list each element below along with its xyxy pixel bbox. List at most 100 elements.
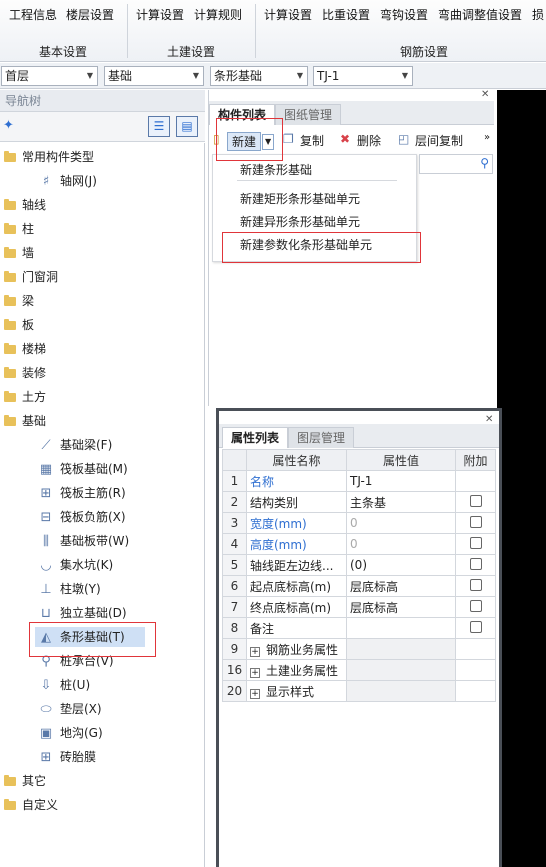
row-number: 5 [222,554,247,576]
copy-button[interactable]: 复制 [300,132,324,149]
property-value[interactable]: 0 [346,533,456,555]
calc-rules-button[interactable]: 计算规则 [194,6,242,23]
extra-checkbox[interactable] [469,494,482,507]
floor-select[interactable]: 首层 ▼ [1,66,98,86]
tree-folder[interactable]: 墙 [4,243,34,263]
density-settings-button[interactable]: 比重设置 [322,6,370,23]
folder-icon [4,343,16,354]
floor-settings-button[interactable]: 楼层设置 [66,6,114,23]
expand-plus-icon[interactable]: + [250,688,260,699]
bend-adjust-button[interactable]: 弯曲调整值设置 [438,6,522,23]
tree-item[interactable]: ⟋ 基础梁(F) [38,435,112,455]
extra-checkbox[interactable] [469,536,482,549]
extra-checkbox[interactable] [469,620,482,633]
extra-checkbox[interactable] [469,557,482,570]
close-icon[interactable]: ✕ [481,89,489,100]
tree-folder[interactable]: 柱 [4,219,34,239]
tree-item[interactable]: ⊟ 筏板负筋(X) [38,507,126,527]
property-row[interactable]: 7 终点底标高(m) 层底标高 [222,596,496,618]
tree-folder[interactable]: 土方 [4,387,46,407]
drawing-canvas[interactable] [497,90,546,867]
property-row[interactable]: 6 起点底标高(m) 层底标高 [222,575,496,597]
grid-view-icon[interactable]: ▤ [176,116,198,137]
tree-folder[interactable]: 其它 [4,771,46,791]
property-row[interactable]: 2 结构类别 主条基 [222,491,496,513]
property-row[interactable]: 5 轴线距左边线... (0) [222,554,496,576]
tree-item[interactable]: ⊞ 砖胎膜 [38,747,96,767]
tab-drawing-management[interactable]: 图纸管理 [275,104,342,125]
property-value[interactable]: 主条基 [346,491,456,513]
property-value[interactable] [346,638,456,660]
property-row[interactable]: 9 + 钢筋业务属性 [222,638,496,660]
tab-property-list[interactable]: 属性列表 [222,427,289,448]
component-select[interactable]: TJ-1 ▼ [313,66,413,86]
property-value[interactable]: 层底标高 [346,596,456,618]
property-row[interactable]: 20 + 显示样式 [222,680,496,702]
extra-checkbox[interactable] [469,599,482,612]
tab-layer-management[interactable]: 图层管理 [288,427,355,448]
tree-item[interactable]: ▣ 地沟(G) [38,723,103,743]
tree-folder[interactable]: 楼梯 [4,339,46,359]
property-panel: ✕ 属性列表 图层管理 属性名称 属性值 附加 1 名称 TJ-1 2 结构类别 主条基 3… [216,408,502,867]
search-icon: ⚲ [480,156,489,170]
tree-folder[interactable]: 门窗洞 [4,267,58,287]
more-icon[interactable]: » [484,132,490,143]
tree-item[interactable]: ♯ 轴网(J) [38,171,97,191]
tree-item[interactable]: ⫼ 基础板带(W) [38,531,129,551]
list-view-icon[interactable]: ☰ [148,116,170,137]
property-row[interactable]: 3 宽度(mm) 0 [222,512,496,534]
property-row[interactable]: 1 名称 TJ-1 [222,470,496,492]
tree-folder[interactable]: 梁 [4,291,34,311]
tree-item[interactable]: ⊥ 柱墩(Y) [38,579,100,599]
tree-item-label: 常用构件类型 [22,150,95,164]
property-value[interactable]: TJ-1 [346,470,456,492]
tree-item[interactable]: ▦ 筏板基础(M) [38,459,128,479]
search-input[interactable]: ⚲ [419,154,493,174]
type-select[interactable]: 条形基础 ▼ [210,66,308,86]
property-name-text: 宽度(mm) [250,516,307,531]
tree-folder[interactable]: 装修 [4,363,46,383]
tree-item[interactable]: ⬭ 垫层(X) [38,699,101,719]
extra-checkbox[interactable] [469,515,482,528]
property-value[interactable]: 层底标高 [346,575,456,597]
menu-new-irregular-unit[interactable]: 新建异形条形基础单元 [240,213,360,230]
type-select-value: 条形基础 [214,69,263,83]
highlight-new-button [216,118,283,161]
menu-new-strip-footing[interactable]: 新建条形基础 [240,161,312,178]
loss-button[interactable]: 损 [532,6,544,23]
property-value[interactable]: 0 [346,512,456,534]
rebar-calc-settings-button[interactable]: 计算设置 [264,6,312,23]
tree-folder[interactable]: 常用构件类型 [4,147,94,167]
property-row[interactable]: 8 备注 [222,617,496,639]
property-row[interactable]: 4 高度(mm) 0 [222,533,496,555]
expand-plus-icon[interactable]: + [250,667,260,678]
category-select[interactable]: 基础 ▼ [104,66,204,86]
delete-button[interactable]: 删除 [357,132,381,149]
extra-cell [455,554,496,576]
tree-folder[interactable]: 基础 [4,411,46,431]
floor-copy-button[interactable]: 层间复制 [415,132,463,149]
property-value[interactable] [346,659,456,681]
extra-cell [455,596,496,618]
property-row[interactable]: 16 + 土建业务属性 [222,659,496,681]
expand-plus-icon[interactable]: + [250,646,260,657]
tree-item[interactable]: ⇩ 桩(U) [38,675,91,695]
hook-settings-button[interactable]: 弯钩设置 [380,6,428,23]
property-name: 备注 [246,617,347,639]
component-select-value: TJ-1 [317,69,340,83]
calc-settings-button[interactable]: 计算设置 [136,6,184,23]
property-value[interactable] [346,680,456,702]
sparkle-icon[interactable]: ✦ [3,118,14,133]
tree-folder[interactable]: 自定义 [4,795,58,815]
property-name: 终点底标高(m) [246,596,347,618]
tree-folder[interactable]: 板 [4,315,34,335]
tree-folder[interactable]: 轴线 [4,195,46,215]
tree-item[interactable]: ⊔ 独立基础(D) [38,603,127,623]
tree-item[interactable]: ⊞ 筏板主筋(R) [38,483,126,503]
property-value[interactable] [346,617,456,639]
tree-item[interactable]: ◡ 集水坑(K) [38,555,113,575]
property-value[interactable]: (0) [346,554,456,576]
extra-checkbox[interactable] [469,578,482,591]
project-info-button[interactable]: 工程信息 [9,6,57,23]
menu-new-rect-unit[interactable]: 新建矩形条形基础单元 [240,190,360,207]
